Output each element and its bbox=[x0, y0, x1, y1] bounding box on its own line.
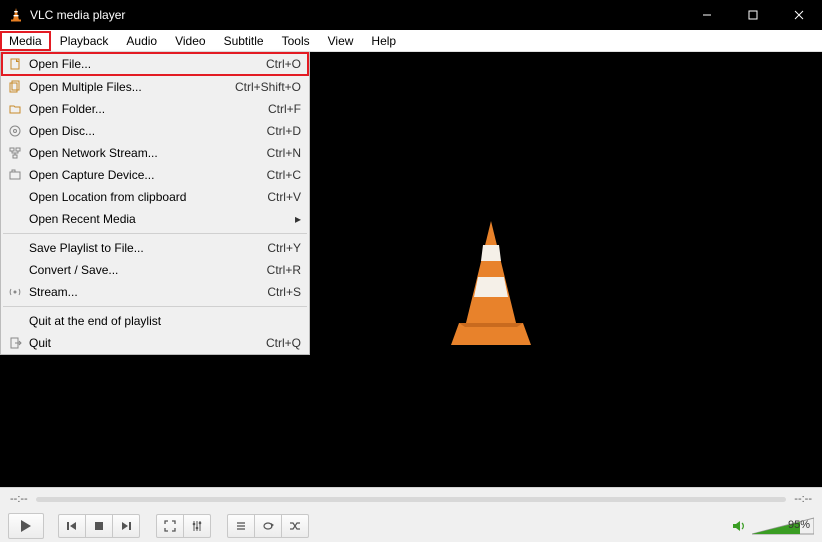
timeline: --:-- --:-- bbox=[0, 488, 822, 510]
menu-item-open-disc[interactable]: Open Disc...Ctrl+D bbox=[1, 120, 309, 142]
menu-item-convert-save[interactable]: Convert / Save...Ctrl+R bbox=[1, 259, 309, 281]
menu-item-open-file[interactable]: Open File...Ctrl+O bbox=[1, 52, 309, 76]
close-button[interactable] bbox=[776, 0, 822, 30]
time-total[interactable]: --:-- bbox=[794, 493, 812, 505]
menu-item-label: Save Playlist to File... bbox=[25, 241, 267, 255]
menu-item-label: Open Multiple Files... bbox=[25, 80, 235, 94]
menu-item-open-location-from-clipboard[interactable]: Open Location from clipboardCtrl+V bbox=[1, 186, 309, 208]
stream-icon bbox=[5, 285, 25, 299]
menu-item-label: Convert / Save... bbox=[25, 263, 267, 277]
menu-media[interactable]: Media bbox=[0, 31, 51, 51]
controls-bar: 95% bbox=[0, 510, 822, 542]
playlist-button[interactable] bbox=[227, 514, 255, 538]
menu-item-shortcut: Ctrl+S bbox=[267, 285, 301, 299]
maximize-button[interactable] bbox=[730, 0, 776, 30]
menu-item-label: Open Capture Device... bbox=[25, 168, 267, 182]
folder-icon bbox=[5, 102, 25, 116]
menu-separator bbox=[3, 233, 307, 234]
menubar: MediaPlaybackAudioVideoSubtitleToolsView… bbox=[0, 30, 822, 52]
menu-item-shortcut: Ctrl+Q bbox=[266, 336, 301, 350]
menu-item-shortcut: Ctrl+V bbox=[267, 190, 301, 204]
vlc-logo bbox=[431, 215, 551, 355]
menu-item-save-playlist-to-file[interactable]: Save Playlist to File...Ctrl+Y bbox=[1, 237, 309, 259]
loop-button[interactable] bbox=[254, 514, 282, 538]
volume-slider[interactable]: 95% bbox=[752, 517, 814, 535]
menu-item-stream[interactable]: Stream...Ctrl+S bbox=[1, 281, 309, 303]
window-title: VLC media player bbox=[30, 8, 684, 22]
media-menu-dropdown: Open File...Ctrl+OOpen Multiple Files...… bbox=[0, 52, 310, 355]
menu-item-shortcut: Ctrl+F bbox=[268, 102, 301, 116]
prev-button[interactable] bbox=[58, 514, 86, 538]
menu-view[interactable]: View bbox=[319, 31, 363, 51]
seek-bar[interactable] bbox=[36, 497, 787, 502]
menu-item-open-multiple-files[interactable]: Open Multiple Files...Ctrl+Shift+O bbox=[1, 76, 309, 98]
menu-help[interactable]: Help bbox=[362, 31, 405, 51]
menu-item-label: Open Location from clipboard bbox=[25, 190, 267, 204]
capture-icon bbox=[5, 168, 25, 182]
menu-item-quit-at-the-end-of-playlist[interactable]: Quit at the end of playlist bbox=[1, 310, 309, 332]
menu-item-label: Open Folder... bbox=[25, 102, 268, 116]
menu-tools[interactable]: Tools bbox=[273, 31, 319, 51]
menu-item-shortcut: Ctrl+O bbox=[266, 57, 301, 71]
menu-item-label: Open Disc... bbox=[25, 124, 267, 138]
quit-icon bbox=[5, 336, 25, 350]
shuffle-button[interactable] bbox=[281, 514, 309, 538]
play-button[interactable] bbox=[8, 513, 44, 539]
menu-item-shortcut: Ctrl+N bbox=[267, 146, 301, 160]
menu-item-label: Quit bbox=[25, 336, 266, 350]
menu-item-shortcut: Ctrl+Y bbox=[267, 241, 301, 255]
extended-settings-button[interactable] bbox=[183, 514, 211, 538]
menu-item-open-folder[interactable]: Open Folder...Ctrl+F bbox=[1, 98, 309, 120]
menu-item-shortcut: Ctrl+D bbox=[267, 124, 301, 138]
menu-item-label: Open Network Stream... bbox=[25, 146, 267, 160]
network-icon bbox=[5, 146, 25, 160]
file-icon bbox=[5, 57, 25, 71]
fullscreen-button[interactable] bbox=[156, 514, 184, 538]
menu-item-shortcut: Ctrl+R bbox=[267, 263, 301, 277]
menu-item-open-network-stream[interactable]: Open Network Stream...Ctrl+N bbox=[1, 142, 309, 164]
menu-item-label: Open File... bbox=[25, 57, 266, 71]
menu-item-shortcut: Ctrl+Shift+O bbox=[235, 80, 301, 94]
menu-item-open-recent-media[interactable]: Open Recent Media▸ bbox=[1, 208, 309, 230]
submenu-arrow-icon: ▸ bbox=[291, 212, 301, 226]
app-icon bbox=[8, 7, 24, 23]
volume-percent: 95% bbox=[788, 519, 810, 531]
menu-item-shortcut: Ctrl+C bbox=[267, 168, 301, 182]
time-elapsed[interactable]: --:-- bbox=[10, 493, 28, 505]
titlebar: VLC media player bbox=[0, 0, 822, 30]
menu-video[interactable]: Video bbox=[166, 31, 214, 51]
menu-item-label: Open Recent Media bbox=[25, 212, 291, 226]
video-area: Open File...Ctrl+OOpen Multiple Files...… bbox=[0, 52, 822, 487]
menu-subtitle[interactable]: Subtitle bbox=[215, 31, 273, 51]
stop-button[interactable] bbox=[85, 514, 113, 538]
disc-icon bbox=[5, 124, 25, 138]
menu-item-open-capture-device[interactable]: Open Capture Device...Ctrl+C bbox=[1, 164, 309, 186]
files-icon bbox=[5, 80, 25, 94]
menu-item-quit[interactable]: QuitCtrl+Q bbox=[1, 332, 309, 354]
next-button[interactable] bbox=[112, 514, 140, 538]
menu-item-label: Quit at the end of playlist bbox=[25, 314, 301, 328]
menu-audio[interactable]: Audio bbox=[117, 31, 166, 51]
minimize-button[interactable] bbox=[684, 0, 730, 30]
volume-icon[interactable] bbox=[732, 519, 748, 533]
menu-playback[interactable]: Playback bbox=[51, 31, 118, 51]
menu-separator bbox=[3, 306, 307, 307]
menu-item-label: Stream... bbox=[25, 285, 267, 299]
